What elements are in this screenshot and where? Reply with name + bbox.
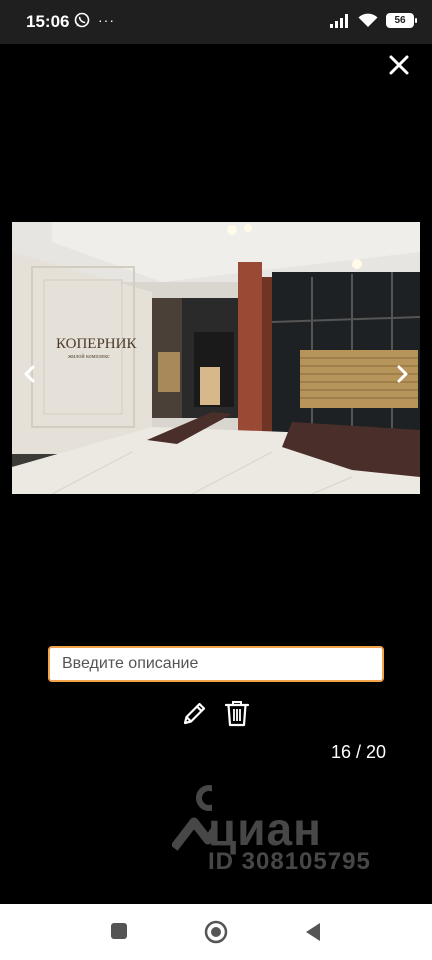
recents-square-icon[interactable] xyxy=(110,922,128,940)
photo-image: КОПЕРНИК жилой комплекс xyxy=(12,222,420,494)
close-icon[interactable] xyxy=(386,52,412,78)
home-circle-icon[interactable] xyxy=(204,920,228,944)
photo-counter: 16 / 20 xyxy=(330,742,386,762)
edit-pencil-icon[interactable] xyxy=(181,699,209,727)
status-time: 15:06 xyxy=(26,12,70,31)
signal-icon xyxy=(330,14,348,28)
battery-icon: 56 xyxy=(386,13,417,28)
photo-sign-subtitle: жилой комплекс xyxy=(67,353,110,360)
back-triangle-icon[interactable] xyxy=(304,922,322,942)
more-notifications-icon: ··· xyxy=(98,12,115,28)
trash-icon[interactable] xyxy=(224,699,250,727)
status-system-icons: 56 xyxy=(330,13,417,28)
photo-viewer-screen: 15:06 ··· 56 КОПЕРНИК жилой комплекс Вве… xyxy=(0,0,432,960)
wifi-icon xyxy=(358,13,378,27)
cian-watermark: циан ID 308105795 xyxy=(172,782,402,882)
watermark-id: ID 308105795 xyxy=(208,848,371,875)
location-pin-icon xyxy=(172,785,212,851)
description-input[interactable] xyxy=(48,646,384,682)
next-photo-icon[interactable] xyxy=(390,362,414,386)
status-bar: 15:06 ··· 56 xyxy=(0,0,432,44)
photo-sign-title: КОПЕРНИК xyxy=(56,336,137,352)
whatsapp-icon xyxy=(74,12,90,28)
status-notification-icons: ··· xyxy=(74,12,115,28)
system-navigation-bar xyxy=(0,904,432,960)
listing-photo[interactable]: КОПЕРНИК жилой комплекс xyxy=(12,222,420,494)
previous-photo-icon[interactable] xyxy=(18,362,42,386)
